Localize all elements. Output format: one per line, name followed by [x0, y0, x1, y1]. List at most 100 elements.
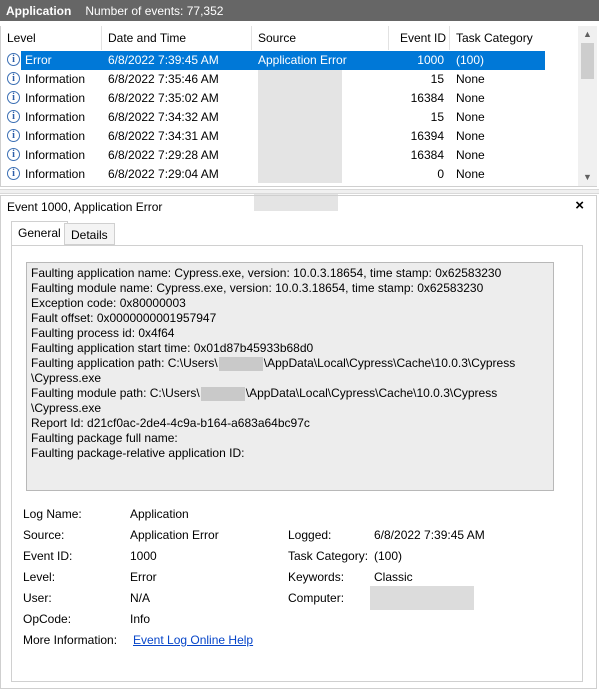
table-row[interactable]: i Error 6/8/2022 7:39:45 AM Application … — [1, 51, 579, 70]
row-date: 6/8/2022 7:35:02 AM — [108, 91, 219, 105]
message-line: Faulting module name: Cypress.exe, versi… — [31, 281, 484, 295]
column-header-source[interactable]: Source — [252, 26, 389, 50]
title-bar: Application Number of events: 77,352 — [0, 0, 599, 21]
row-category: None — [456, 167, 485, 181]
event-list[interactable]: Level Date and Time Source Event ID Task… — [0, 26, 597, 211]
row-level: Information — [25, 148, 86, 162]
row-category: None — [456, 91, 485, 105]
message-line: Faulting process id: 0x4f64 — [31, 326, 175, 340]
row-date: 6/8/2022 7:34:31 AM — [108, 129, 219, 143]
event-count: Number of events: 77,352 — [85, 3, 224, 18]
message-line: Exception code: 0x80000003 — [31, 296, 186, 310]
message-text: Faulting module path: C:\Users\ — [31, 386, 200, 400]
info-icon: i — [7, 129, 20, 142]
computer-label: Computer: — [288, 591, 345, 605]
row-level: Information — [25, 72, 86, 86]
row-source: Application Error — [258, 53, 347, 67]
row-category: None — [456, 148, 485, 162]
scroll-thumb[interactable] — [581, 43, 594, 79]
scroll-up-arrow-icon[interactable]: ▲ — [578, 26, 597, 43]
event-id-value: 1000 — [130, 549, 157, 563]
row-event-id: 1000 — [417, 53, 444, 67]
row-level: Error — [25, 53, 52, 67]
log-name-label: Log Name: — [23, 507, 82, 521]
row-level: Information — [25, 110, 86, 124]
redacted-username — [200, 386, 245, 401]
row-category: None — [456, 129, 485, 143]
log-name-value: Application — [130, 507, 189, 521]
message-line: Faulting application name: Cypress.exe, … — [31, 266, 502, 280]
task-category-value: (100) — [374, 549, 403, 563]
event-message-box[interactable]: Faulting application name: Cypress.exe, … — [26, 262, 554, 491]
info-icon: i — [7, 72, 20, 85]
info-icon: i — [7, 91, 20, 104]
column-header-event-id[interactable]: Event ID — [389, 26, 450, 50]
row-event-id: 16394 — [410, 129, 444, 143]
row-event-id: 0 — [437, 167, 444, 181]
task-category-label: Task Category: — [288, 549, 369, 563]
row-date: 6/8/2022 7:39:45 AM — [108, 53, 219, 67]
message-line: Faulting application path: C:\Users\ \App… — [31, 356, 549, 371]
row-category: None — [456, 110, 485, 124]
event-details-pane: Event 1000, Application Error × General … — [0, 195, 597, 689]
row-event-id: 16384 — [410, 148, 444, 162]
row-date: 6/8/2022 7:34:32 AM — [108, 110, 219, 124]
row-level: Information — [25, 91, 86, 105]
message-text: \AppData\Local\Cypress\Cache\10.0.3\Cypr… — [245, 386, 498, 400]
redacted-source-block — [258, 70, 342, 183]
logged-value: 6/8/2022 7:39:45 AM — [374, 528, 485, 542]
user-label: User: — [23, 591, 52, 605]
message-text: \AppData\Local\Cypress\Cache\10.0.3\Cypr… — [263, 356, 516, 370]
redacted-computer-name — [370, 586, 474, 610]
column-header-task-category[interactable]: Task Category — [450, 26, 579, 50]
general-tab-content: Faulting application name: Cypress.exe, … — [11, 245, 583, 682]
row-level: Information — [25, 167, 86, 181]
user-value: N/A — [130, 591, 151, 605]
message-line: Faulting package-relative application ID… — [31, 446, 245, 460]
opcode-value: Info — [130, 612, 151, 626]
info-icon: i — [7, 167, 20, 180]
message-line: Report Id: d21cf0ac-2de4-4c9a-b164-a683a… — [31, 416, 310, 430]
event-id-label: Event ID: — [23, 549, 73, 563]
message-line: Fault offset: 0x0000000001957947 — [31, 311, 217, 325]
details-title: Event 1000, Application Error — [7, 200, 163, 214]
event-log-online-help-link[interactable]: Event Log Online Help — [133, 633, 253, 647]
row-level: Information — [25, 129, 86, 143]
info-icon: i — [7, 53, 20, 66]
info-icon: i — [7, 148, 20, 161]
pane-splitter[interactable] — [0, 189, 599, 194]
row-date: 6/8/2022 7:29:28 AM — [108, 148, 219, 162]
keywords-label: Keywords: — [288, 570, 345, 584]
tab-details[interactable]: Details — [64, 223, 115, 245]
message-text: Faulting application path: C:\Users\ — [31, 356, 218, 370]
message-line: \Cypress.exe — [31, 371, 102, 385]
message-line: Faulting module path: C:\Users\ \AppData\… — [31, 386, 549, 401]
level-value: Error — [130, 570, 157, 584]
row-date: 6/8/2022 7:35:46 AM — [108, 72, 219, 86]
row-category: None — [456, 72, 485, 86]
redacted-username — [218, 356, 263, 371]
source-value: Application Error — [130, 528, 219, 542]
more-info-label: More Information: — [23, 633, 118, 647]
column-header-date[interactable]: Date and Time — [102, 26, 252, 50]
opcode-label: OpCode: — [23, 612, 72, 626]
level-label: Level: — [23, 570, 56, 584]
row-event-id: 15 — [430, 72, 444, 86]
close-icon[interactable]: × — [575, 197, 584, 214]
info-icon: i — [7, 110, 20, 123]
log-title: Application — [6, 3, 72, 18]
list-scrollbar[interactable]: ▲ ▼ — [578, 26, 597, 186]
scroll-down-arrow-icon[interactable]: ▼ — [578, 169, 597, 186]
message-line: Faulting package full name: — [31, 431, 178, 445]
grid-header: Level Date and Time Source Event ID Task… — [1, 26, 579, 50]
column-header-level[interactable]: Level — [1, 26, 102, 50]
row-date: 6/8/2022 7:29:04 AM — [108, 167, 219, 181]
keywords-value: Classic — [374, 570, 413, 584]
source-label: Source: — [23, 528, 65, 542]
message-line: \Cypress.exe — [31, 401, 102, 415]
logged-label: Logged: — [288, 528, 332, 542]
message-line: Faulting application start time: 0x01d87… — [31, 341, 314, 355]
row-event-id: 16384 — [410, 91, 444, 105]
row-category: (100) — [456, 53, 485, 67]
tab-general[interactable]: General — [11, 221, 68, 246]
